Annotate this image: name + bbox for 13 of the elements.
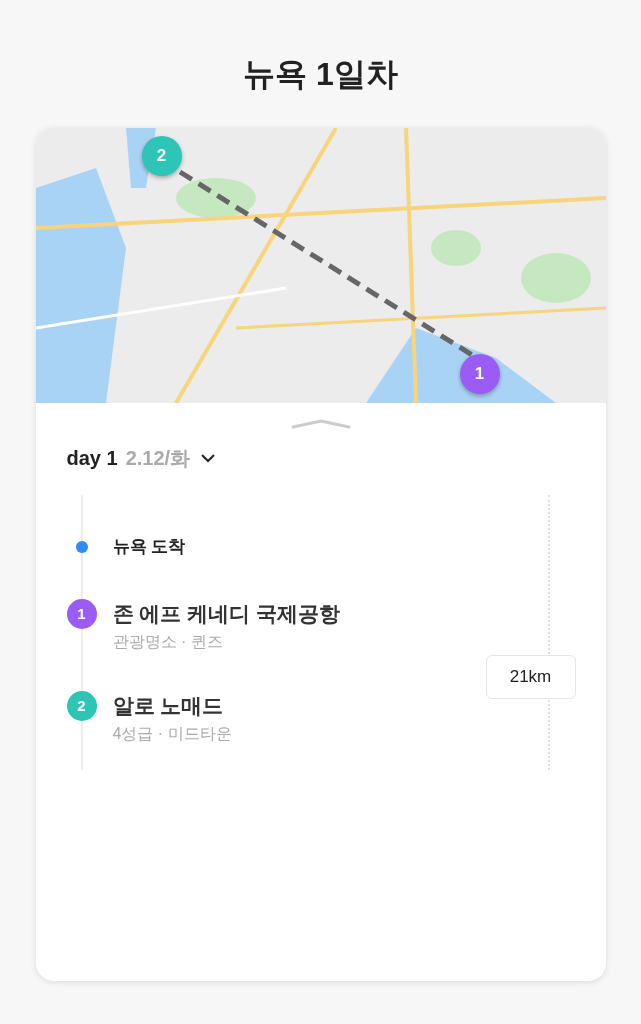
distance-tag: 21km [485, 655, 576, 699]
number-badge: 2 [66, 691, 97, 721]
day-date: 2.12/화 [125, 446, 191, 471]
place-subtitle: 4성급 · 미드타운 [112, 724, 232, 744]
number-badge: 1 [66, 599, 97, 629]
chevron-down-icon[interactable] [200, 453, 217, 463]
place-title[interactable]: 존 에프 케네디 국제공항 [112, 599, 340, 629]
event-title: 뉴욕 도착 [112, 536, 186, 559]
place-title[interactable]: 알로 노매드 [112, 691, 232, 721]
drag-handle-icon[interactable] [290, 419, 351, 429]
place-subtitle: 관광명소 · 퀸즈 [112, 632, 224, 652]
day-label: day 1 [66, 446, 118, 471]
page-title: 뉴욕 1일차 [243, 55, 398, 94]
